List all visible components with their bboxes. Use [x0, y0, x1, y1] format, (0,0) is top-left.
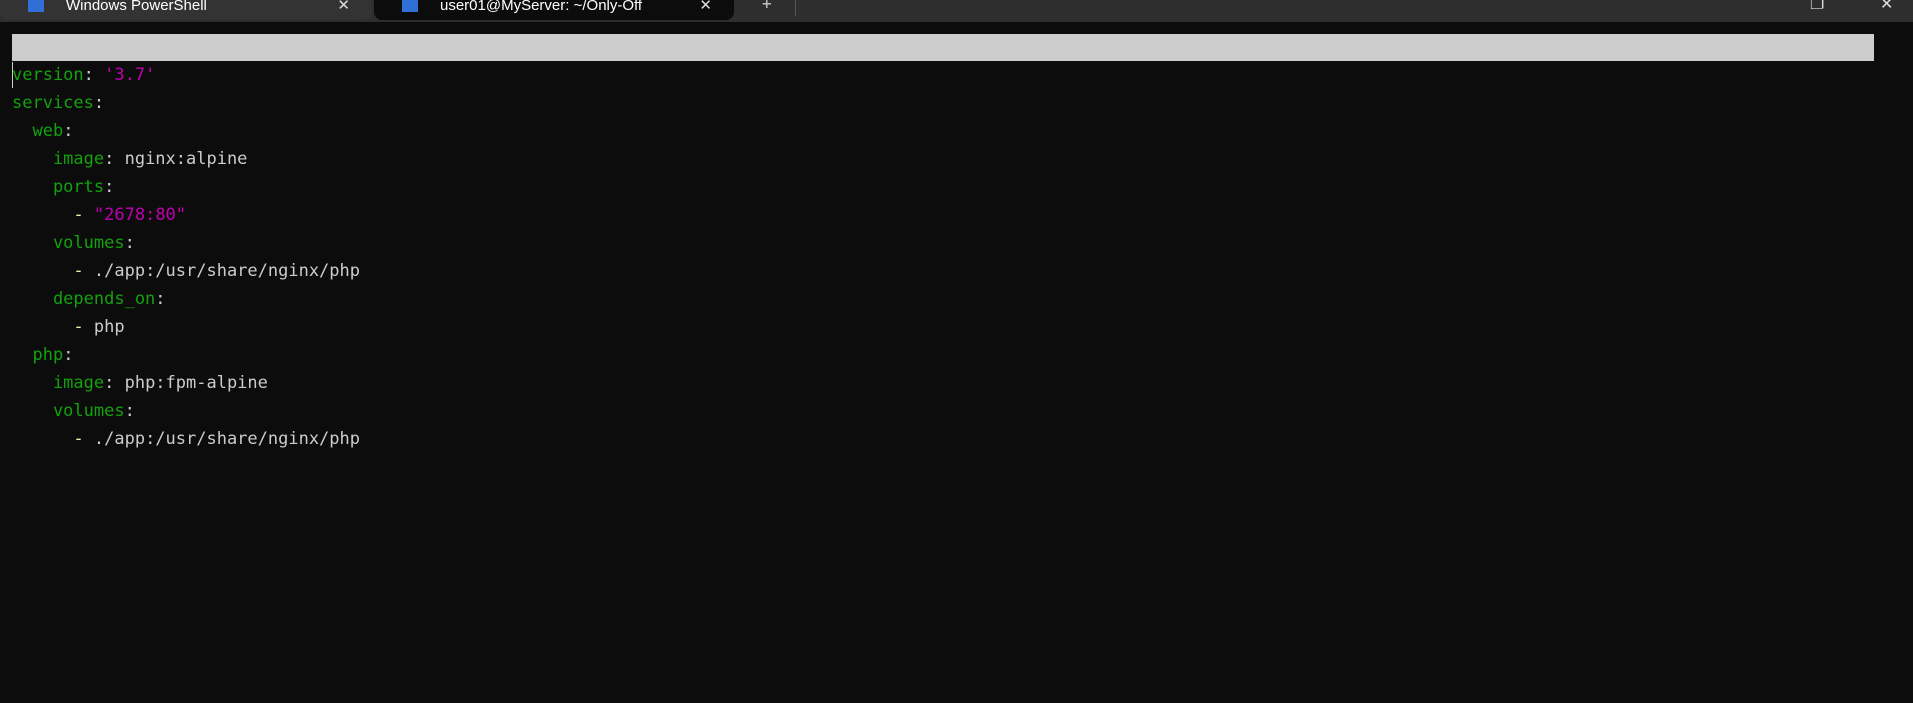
divider [795, 0, 796, 16]
tab-ssh-session[interactable]: user01@MyServer: ~/Only-Off ✕ [374, 0, 734, 20]
code-token: image [12, 373, 105, 393]
code-token: php [12, 345, 64, 365]
code-token: : [155, 289, 166, 309]
editor-line: volumes: [12, 229, 360, 257]
code-token: - [12, 429, 84, 449]
code-token: volumes [12, 233, 125, 253]
code-token: - [12, 317, 84, 337]
editor-line: php: [12, 341, 360, 369]
editor-line: - php [12, 313, 360, 341]
editor-line: version: '3.7' [12, 61, 360, 89]
code-token: : [124, 233, 135, 253]
close-tab-icon[interactable]: ✕ [337, 0, 350, 14]
code-token: image [12, 149, 105, 169]
restore-icon[interactable]: ❐ [1810, 0, 1824, 14]
editor-content[interactable]: version: '3.7' services: web: image: ngin… [12, 61, 360, 453]
close-tab-icon[interactable]: ✕ [699, 0, 712, 14]
powershell-icon [28, 0, 44, 12]
editor-line: ports: [12, 173, 360, 201]
close-window-icon[interactable]: ✕ [1880, 0, 1893, 14]
code-token: : nginx:alpine [104, 149, 248, 169]
code-token: depends_on [12, 289, 156, 309]
code-token: ./app:/usr/share/nginx/php [83, 261, 360, 281]
tab-label: Windows PowerShell [66, 0, 207, 14]
editor-line: - ./app:/usr/share/nginx/php [12, 425, 360, 453]
code-token: volumes [12, 401, 125, 421]
code-token: services [12, 93, 94, 113]
code-token: "2678:80" [93, 205, 187, 225]
code-token: : [63, 345, 74, 365]
tab-windows-powershell[interactable]: Windows PowerShell ✕ [0, 0, 372, 20]
powershell-icon [402, 0, 418, 12]
code-token: php [83, 317, 125, 337]
nano-title-bar: docker-compose.yml GNU nano 6.2 [12, 34, 1874, 111]
code-token: - [12, 261, 84, 281]
code-token: web [12, 121, 64, 141]
editor-line: volumes: [12, 397, 360, 425]
editor-line: image: nginx:alpine [12, 145, 360, 173]
code-token: version [12, 65, 84, 85]
code-token: : [63, 121, 74, 141]
tab-label: user01@MyServer: ~/Only-Off [440, 0, 643, 14]
editor-line: - "2678:80" [12, 201, 360, 229]
code-token: : [83, 65, 105, 85]
editor-line: depends_on: [12, 285, 360, 313]
editor-line: - ./app:/usr/share/nginx/php [12, 257, 360, 285]
code-token: ports [12, 177, 105, 197]
code-token: : [124, 401, 135, 421]
editor-line: web: [12, 117, 360, 145]
editor-line: services: [12, 89, 360, 117]
code-token: : [104, 177, 115, 197]
code-token: : [93, 93, 105, 113]
code-token: ./app:/usr/share/nginx/php [83, 429, 360, 449]
code-token: '3.7' [104, 65, 156, 85]
code-token: - [12, 205, 84, 225]
code-token: : php:fpm-alpine [104, 373, 268, 393]
new-tab-button[interactable]: + [762, 0, 772, 13]
editor-line: image: php:fpm-alpine [12, 369, 360, 397]
tab-bar: Windows PowerShell ✕ user01@MyServer: ~/… [0, 0, 1913, 22]
